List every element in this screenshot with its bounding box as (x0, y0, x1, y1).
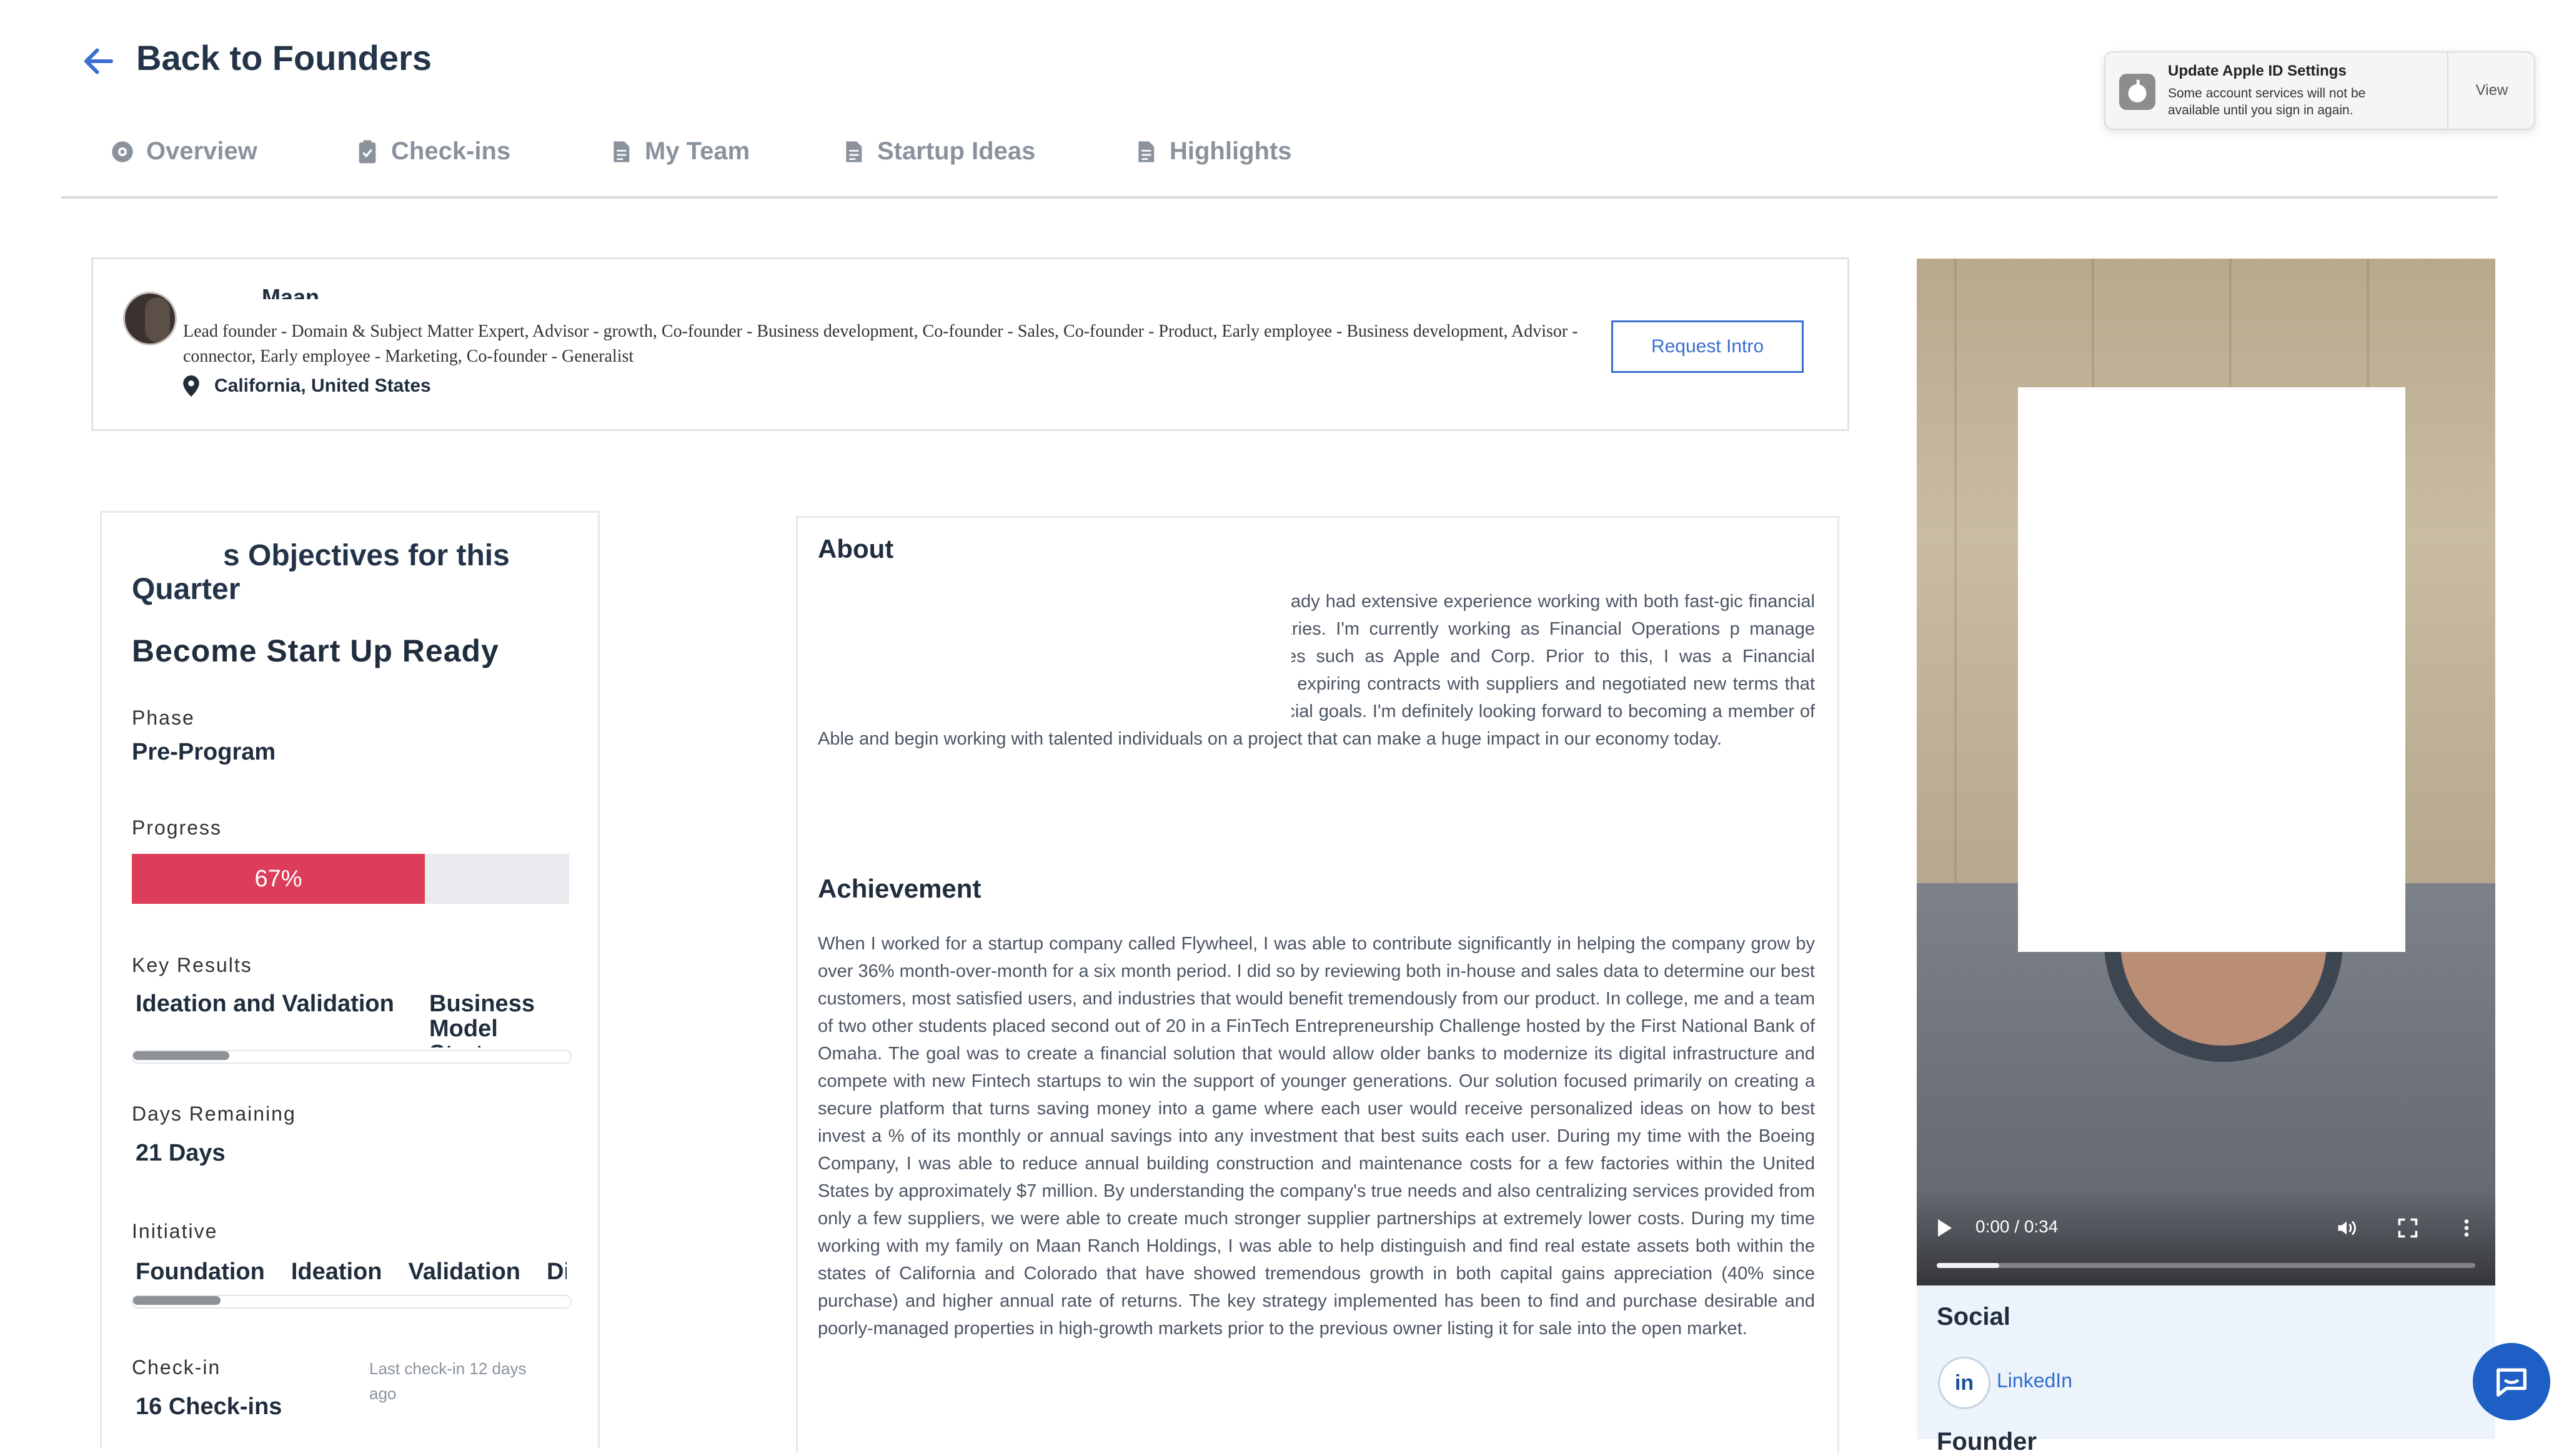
about-panel: About is looking to partake in building … (796, 516, 1839, 1453)
progress-label: Progress (132, 816, 222, 839)
key-result-item[interactable]: Ideation and Validation (136, 991, 394, 1016)
tab-check-ins[interactable]: Check-ins (355, 137, 510, 166)
tab-my-team[interactable]: My Team (609, 137, 750, 166)
founder-roles: Lead founder - Domain & Subject Matter E… (183, 322, 1578, 366)
apple-id-notification[interactable]: Update Apple ID Settings Some account se… (2104, 51, 2535, 130)
key-results-label: Key Results (132, 954, 252, 976)
days-remaining-value: 21 Days (136, 1140, 226, 1166)
initiative-item[interactable]: Di (547, 1259, 567, 1285)
fullscreen-icon[interactable] (2397, 1217, 2419, 1239)
tab-startup-ideas[interactable]: Startup Ideas (841, 137, 1035, 166)
clipboard-check-icon (359, 140, 376, 163)
phase-label: Phase (132, 706, 195, 729)
key-results-scrollbar-thumb[interactable] (133, 1051, 229, 1060)
key-results-list[interactable]: Ideation and Validation Business Model S… (136, 991, 567, 1047)
play-icon[interactable] (1938, 1219, 1952, 1237)
document-icon (1138, 141, 1155, 162)
notification-view-button[interactable]: View (2448, 52, 2535, 129)
achievement-text: When I worked for a startup company call… (818, 934, 1815, 1339)
checkin-label: Check-in (132, 1356, 221, 1379)
achievement-heading: Achievement (818, 874, 981, 903)
location-label: California, United States (214, 375, 431, 396)
request-intro-button[interactable]: Request Intro (1611, 320, 1804, 373)
phase-value: Pre-Program (132, 739, 276, 765)
video-buffered (1937, 1263, 1999, 1268)
more-options-icon[interactable] (2455, 1217, 2478, 1239)
linkedin-icon[interactable]: in (1938, 1357, 1990, 1409)
objectives-title: s Objectives for this Quarter (132, 539, 510, 606)
tab-label: Startup Ideas (877, 137, 1036, 165)
tab-label: Overview (146, 137, 257, 165)
tab-highlights[interactable]: Highlights (1133, 137, 1292, 166)
initiative-item[interactable]: Validation (409, 1259, 520, 1285)
days-remaining-label: Days Remaining (132, 1102, 296, 1125)
initiatives-scrollbar[interactable] (132, 1295, 572, 1309)
founder-profile-card: Maan Lead founder - Domain & Subject Mat… (91, 257, 1849, 431)
video-controls: 0:00 / 0:34 (1917, 1189, 2495, 1285)
video-seek-bar[interactable] (1937, 1263, 2475, 1268)
notification-title: Update Apple ID Settings (2168, 62, 2347, 79)
tab-bar: Overview Check-ins My Team Startup Ideas… (61, 125, 2498, 199)
about-heading: About (818, 534, 894, 563)
initiative-label: Initiative (132, 1220, 218, 1242)
redacted-block (2018, 387, 2405, 952)
key-results-scrollbar[interactable] (132, 1050, 572, 1064)
linkedin-link[interactable]: LinkedIn (1997, 1369, 2072, 1392)
objectives-panel: s Objectives for this Quarter Become Sta… (100, 511, 600, 1448)
document-icon (846, 141, 862, 162)
intro-video-player[interactable]: 0:00 / 0:34 (1917, 259, 2495, 1285)
initiative-item[interactable]: Foundation (136, 1259, 265, 1285)
social-panel: Social in LinkedIn Founder (1917, 1285, 2495, 1455)
last-checkin-note: Last check-in 12 days ago (369, 1359, 527, 1403)
back-to-founders-link[interactable]: Back to Founders (136, 37, 432, 78)
avatar (123, 292, 177, 345)
tab-label: Check-ins (391, 137, 511, 165)
video-time: 0:00 / 0:34 (1975, 1217, 2059, 1236)
progress-bar: 67% (132, 854, 569, 904)
document-icon (614, 141, 630, 162)
founder-name: Maan (262, 284, 320, 299)
apple-settings-icon (2119, 74, 2155, 110)
initiatives-list[interactable]: Foundation Ideation Validation Di (136, 1259, 567, 1285)
checkin-value: 16 Check-ins (136, 1394, 282, 1420)
back-arrow-icon[interactable] (80, 42, 117, 80)
social-heading: Social (1937, 1303, 2010, 1330)
next-section-heading: Founder (1937, 1428, 2037, 1455)
tab-label: Highlights (1170, 137, 1292, 165)
tab-overview[interactable]: Overview (110, 137, 257, 166)
volume-icon[interactable] (2335, 1217, 2358, 1239)
key-result-item[interactable]: Business Model Strategy (429, 991, 567, 1047)
objective-goal: Become Start Up Ready (132, 633, 499, 668)
founder-location: California, United States (183, 375, 431, 397)
progress-bar-fill: 67% (132, 854, 425, 904)
initiative-item[interactable]: Ideation (291, 1259, 382, 1285)
initiatives-scrollbar-thumb[interactable] (133, 1296, 221, 1305)
tab-label: My Team (645, 137, 750, 165)
chat-button[interactable] (2473, 1343, 2550, 1420)
redacted-block (798, 582, 1291, 731)
location-pin-icon (183, 375, 199, 397)
notification-body: Some account services will not be availa… (2168, 86, 2366, 117)
eye-icon (112, 141, 133, 162)
chat-bubble-icon (2497, 1368, 2527, 1397)
